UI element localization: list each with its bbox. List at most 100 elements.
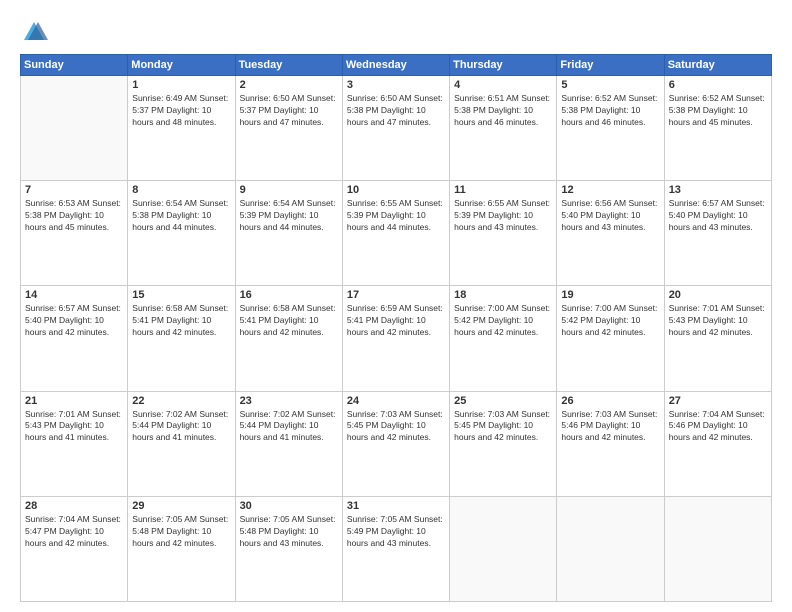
day-number: 10 (347, 184, 445, 196)
cell-info: Sunrise: 6:54 AM Sunset: 5:38 PM Dayligh… (132, 198, 230, 234)
cell-info: Sunrise: 6:58 AM Sunset: 5:41 PM Dayligh… (132, 303, 230, 339)
calendar-cell: 18 Sunrise: 7:00 AM Sunset: 5:42 PM Dayli… (450, 286, 557, 391)
day-number: 31 (347, 500, 445, 512)
cell-info: Sunrise: 7:04 AM Sunset: 5:47 PM Dayligh… (25, 514, 123, 550)
calendar-week-row: 28 Sunrise: 7:04 AM Sunset: 5:47 PM Dayli… (21, 496, 772, 601)
cell-info: Sunrise: 7:01 AM Sunset: 5:43 PM Dayligh… (25, 409, 123, 445)
calendar-cell: 24 Sunrise: 7:03 AM Sunset: 5:45 PM Dayli… (342, 391, 449, 496)
cell-info: Sunrise: 7:03 AM Sunset: 5:45 PM Dayligh… (347, 409, 445, 445)
cell-info: Sunrise: 6:52 AM Sunset: 5:38 PM Dayligh… (669, 93, 767, 129)
calendar-cell: 12Sunrise: 6:56 AM Sunset: 5:40 PM Dayli… (557, 181, 664, 286)
calendar-cell: 23 Sunrise: 7:02 AM Sunset: 5:44 PM Dayli… (235, 391, 342, 496)
weekday-header: Sunday (21, 55, 128, 76)
cell-info: Sunrise: 6:58 AM Sunset: 5:41 PM Dayligh… (240, 303, 338, 339)
cell-info: Sunrise: 7:04 AM Sunset: 5:46 PM Dayligh… (669, 409, 767, 445)
day-number: 3 (347, 79, 445, 91)
cell-info: Sunrise: 6:51 AM Sunset: 5:38 PM Dayligh… (454, 93, 552, 129)
cell-info: Sunrise: 7:00 AM Sunset: 5:42 PM Dayligh… (454, 303, 552, 339)
logo (20, 18, 52, 46)
calendar-cell: 7 Sunrise: 6:53 AM Sunset: 5:38 PM Daylig… (21, 181, 128, 286)
calendar-cell: 17 Sunrise: 6:59 AM Sunset: 5:41 PM Dayli… (342, 286, 449, 391)
day-number: 1 (132, 79, 230, 91)
day-number: 30 (240, 500, 338, 512)
day-number: 11 (454, 184, 552, 196)
cell-info: Sunrise: 6:50 AM Sunset: 5:38 PM Dayligh… (347, 93, 445, 129)
calendar-cell: 2 Sunrise: 6:50 AM Sunset: 5:37 PM Daylig… (235, 76, 342, 181)
day-number: 8 (132, 184, 230, 196)
calendar-cell: 14 Sunrise: 6:57 AM Sunset: 5:40 PM Dayli… (21, 286, 128, 391)
cell-info: Sunrise: 7:02 AM Sunset: 5:44 PM Dayligh… (240, 409, 338, 445)
day-number: 24 (347, 395, 445, 407)
cell-info: Sunrise: 6:54 AM Sunset: 5:39 PM Dayligh… (240, 198, 338, 234)
cell-info: Sunrise: 6:52 AM Sunset: 5:38 PM Dayligh… (561, 93, 659, 129)
calendar-cell (21, 76, 128, 181)
day-number: 17 (347, 289, 445, 301)
weekday-header: Tuesday (235, 55, 342, 76)
day-number: 26 (561, 395, 659, 407)
calendar-cell: 26 Sunrise: 7:03 AM Sunset: 5:46 PM Dayli… (557, 391, 664, 496)
header (20, 18, 772, 46)
day-number: 22 (132, 395, 230, 407)
day-number: 18 (454, 289, 552, 301)
calendar-cell: 27 Sunrise: 7:04 AM Sunset: 5:46 PM Dayli… (664, 391, 771, 496)
cell-info: Sunrise: 6:50 AM Sunset: 5:37 PM Dayligh… (240, 93, 338, 129)
day-number: 7 (25, 184, 123, 196)
cell-info: Sunrise: 6:55 AM Sunset: 5:39 PM Dayligh… (454, 198, 552, 234)
cell-info: Sunrise: 6:57 AM Sunset: 5:40 PM Dayligh… (25, 303, 123, 339)
calendar-week-row: 21 Sunrise: 7:01 AM Sunset: 5:43 PM Dayli… (21, 391, 772, 496)
calendar-cell: 20Sunrise: 7:01 AM Sunset: 5:43 PM Dayli… (664, 286, 771, 391)
calendar-cell: 1 Sunrise: 6:49 AM Sunset: 5:37 PM Daylig… (128, 76, 235, 181)
cell-info: Sunrise: 6:49 AM Sunset: 5:37 PM Dayligh… (132, 93, 230, 129)
calendar-cell (450, 496, 557, 601)
calendar-table: SundayMondayTuesdayWednesdayThursdayFrid… (20, 54, 772, 602)
calendar-cell: 13Sunrise: 6:57 AM Sunset: 5:40 PM Dayli… (664, 181, 771, 286)
calendar-cell: 3 Sunrise: 6:50 AM Sunset: 5:38 PM Daylig… (342, 76, 449, 181)
day-number: 13 (669, 184, 767, 196)
weekday-header: Wednesday (342, 55, 449, 76)
calendar-week-row: 1 Sunrise: 6:49 AM Sunset: 5:37 PM Daylig… (21, 76, 772, 181)
day-number: 29 (132, 500, 230, 512)
calendar-week-row: 14 Sunrise: 6:57 AM Sunset: 5:40 PM Dayli… (21, 286, 772, 391)
day-number: 14 (25, 289, 123, 301)
cell-info: Sunrise: 6:59 AM Sunset: 5:41 PM Dayligh… (347, 303, 445, 339)
day-number: 19 (561, 289, 659, 301)
day-number: 6 (669, 79, 767, 91)
calendar-cell: 19 Sunrise: 7:00 AM Sunset: 5:42 PM Dayli… (557, 286, 664, 391)
weekday-header: Friday (557, 55, 664, 76)
cell-info: Sunrise: 6:53 AM Sunset: 5:38 PM Dayligh… (25, 198, 123, 234)
calendar-cell: 28 Sunrise: 7:04 AM Sunset: 5:47 PM Dayli… (21, 496, 128, 601)
day-number: 25 (454, 395, 552, 407)
day-number: 23 (240, 395, 338, 407)
calendar-header-row: SundayMondayTuesdayWednesdayThursdayFrid… (21, 55, 772, 76)
day-number: 9 (240, 184, 338, 196)
cell-info: Sunrise: 7:05 AM Sunset: 5:49 PM Dayligh… (347, 514, 445, 550)
calendar-week-row: 7 Sunrise: 6:53 AM Sunset: 5:38 PM Daylig… (21, 181, 772, 286)
calendar-cell: 9 Sunrise: 6:54 AM Sunset: 5:39 PM Daylig… (235, 181, 342, 286)
day-number: 28 (25, 500, 123, 512)
calendar-cell: 30 Sunrise: 7:05 AM Sunset: 5:48 PM Dayli… (235, 496, 342, 601)
calendar-cell: 11 Sunrise: 6:55 AM Sunset: 5:39 PM Dayli… (450, 181, 557, 286)
cell-info: Sunrise: 6:55 AM Sunset: 5:39 PM Dayligh… (347, 198, 445, 234)
cell-info: Sunrise: 7:05 AM Sunset: 5:48 PM Dayligh… (132, 514, 230, 550)
cell-info: Sunrise: 7:03 AM Sunset: 5:46 PM Dayligh… (561, 409, 659, 445)
calendar-cell: 4Sunrise: 6:51 AM Sunset: 5:38 PM Daylig… (450, 76, 557, 181)
calendar-cell (557, 496, 664, 601)
cell-info: Sunrise: 7:05 AM Sunset: 5:48 PM Dayligh… (240, 514, 338, 550)
day-number: 21 (25, 395, 123, 407)
day-number: 27 (669, 395, 767, 407)
calendar-cell: 25 Sunrise: 7:03 AM Sunset: 5:45 PM Dayli… (450, 391, 557, 496)
day-number: 2 (240, 79, 338, 91)
calendar-cell: 31 Sunrise: 7:05 AM Sunset: 5:49 PM Dayli… (342, 496, 449, 601)
cell-info: Sunrise: 7:00 AM Sunset: 5:42 PM Dayligh… (561, 303, 659, 339)
calendar-cell: 6 Sunrise: 6:52 AM Sunset: 5:38 PM Daylig… (664, 76, 771, 181)
weekday-header: Monday (128, 55, 235, 76)
day-number: 16 (240, 289, 338, 301)
calendar-cell (664, 496, 771, 601)
calendar-cell: 15 Sunrise: 6:58 AM Sunset: 5:41 PM Dayli… (128, 286, 235, 391)
calendar-cell: 16 Sunrise: 6:58 AM Sunset: 5:41 PM Dayli… (235, 286, 342, 391)
calendar-cell: 21 Sunrise: 7:01 AM Sunset: 5:43 PM Dayli… (21, 391, 128, 496)
page: SundayMondayTuesdayWednesdayThursdayFrid… (0, 0, 792, 612)
cell-info: Sunrise: 7:03 AM Sunset: 5:45 PM Dayligh… (454, 409, 552, 445)
calendar-cell: 8 Sunrise: 6:54 AM Sunset: 5:38 PM Daylig… (128, 181, 235, 286)
day-number: 15 (132, 289, 230, 301)
